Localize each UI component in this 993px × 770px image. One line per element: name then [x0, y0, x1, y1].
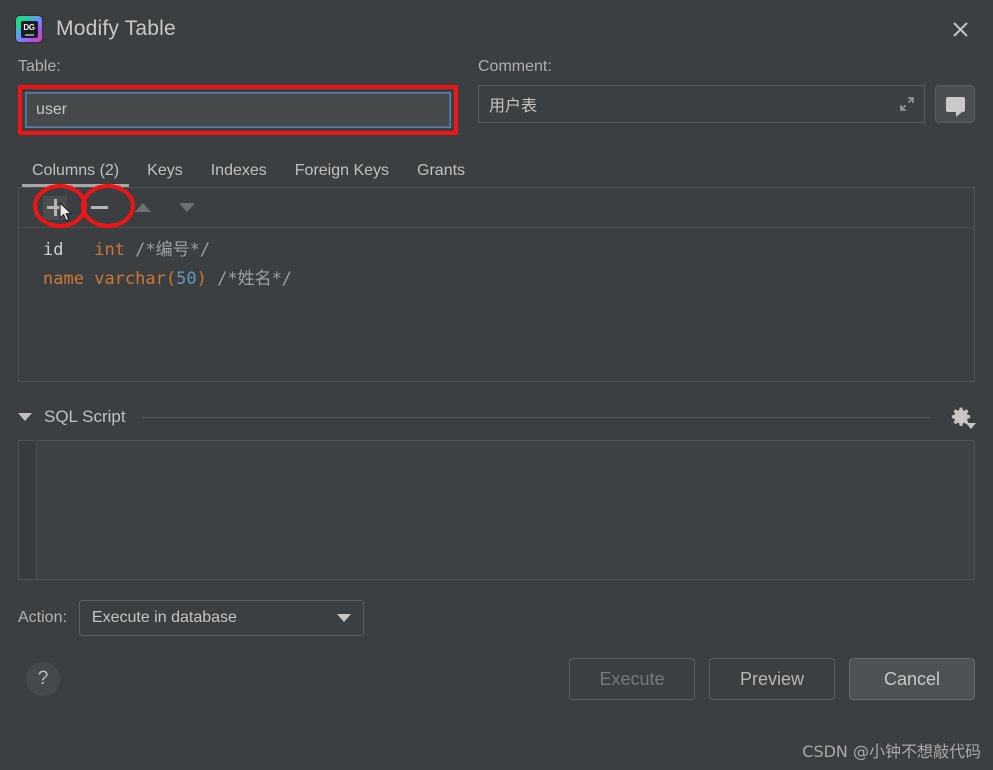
- editor-gutter: [19, 441, 37, 579]
- chevron-down-icon: [966, 423, 976, 429]
- action-selected-value: Execute in database: [91, 609, 237, 626]
- speech-bubble-icon: [945, 96, 965, 117]
- footer: ? Execute Preview Cancel: [18, 658, 975, 700]
- table-field-group: Table:: [18, 58, 458, 135]
- help-button[interactable]: ?: [26, 662, 60, 696]
- tab-indexes[interactable]: Indexes: [197, 162, 281, 187]
- table-name-input[interactable]: [25, 92, 451, 128]
- triangle-down-icon[interactable]: [18, 413, 32, 421]
- column-name: id: [43, 240, 64, 260]
- datagrip-icon: DG: [16, 16, 42, 42]
- table-input-annotation: [18, 85, 458, 135]
- column-type: int: [94, 240, 125, 260]
- column-name: name: [43, 269, 84, 289]
- add-column-button[interactable]: [43, 195, 67, 220]
- minus-icon: [90, 199, 108, 216]
- move-up-button[interactable]: [131, 196, 155, 220]
- sql-script-text[interactable]: [37, 441, 974, 579]
- column-length: 50: [176, 269, 197, 289]
- sql-script-header: SQL Script: [18, 402, 976, 432]
- columns-list[interactable]: id int /*编号*/ name varchar(50) /*姓名*/: [19, 228, 974, 381]
- watermark: CSDN @小钟不想敲代码: [802, 742, 981, 761]
- tab-columns[interactable]: Columns (2): [18, 162, 133, 187]
- columns-panel: id int /*编号*/ name varchar(50) /*姓名*/: [18, 184, 975, 382]
- field-row: Table: Comment: 用户表: [18, 58, 975, 135]
- comment-input[interactable]: 用户表: [478, 85, 925, 123]
- remove-column-button[interactable]: [87, 196, 111, 220]
- action-dropdown[interactable]: Execute in database: [78, 600, 364, 636]
- execute-button[interactable]: Execute: [569, 658, 695, 700]
- action-row: Action: Execute in database: [18, 600, 975, 636]
- tab-foreign-keys[interactable]: Foreign Keys: [281, 162, 403, 187]
- sql-settings-button[interactable]: [947, 403, 976, 431]
- dialog-body: Table: Comment: 用户表: [0, 58, 993, 700]
- comment-field-group: Comment: 用户表: [478, 58, 975, 123]
- triangle-up-icon: [135, 203, 151, 212]
- triangle-down-icon: [179, 203, 195, 212]
- tab-grants[interactable]: Grants: [403, 162, 479, 187]
- expand-diagonal-icon[interactable]: [898, 95, 916, 113]
- tab-keys[interactable]: Keys: [133, 162, 197, 187]
- comment-value: 用户表: [489, 98, 538, 115]
- tab-bar: Columns (2) Keys Indexes Foreign Keys Gr…: [18, 153, 975, 187]
- sql-script-editor[interactable]: [18, 440, 975, 580]
- chevron-down-icon: [336, 614, 351, 622]
- preview-button[interactable]: Preview: [709, 658, 835, 700]
- move-down-button[interactable]: [175, 196, 199, 220]
- close-icon[interactable]: [945, 14, 975, 44]
- columns-toolbar: [19, 184, 974, 228]
- plus-icon: [46, 199, 64, 216]
- comment-button[interactable]: [935, 85, 975, 123]
- comment-label: Comment:: [478, 58, 552, 75]
- cancel-button[interactable]: Cancel: [849, 658, 975, 700]
- column-comment: /*姓名*/: [217, 269, 293, 289]
- column-type: varchar: [94, 269, 166, 289]
- column-comment: /*编号*/: [135, 240, 211, 260]
- title-bar: DG Modify Table: [0, 0, 993, 58]
- sql-script-title: SQL Script: [44, 407, 126, 426]
- column-row-id[interactable]: id int /*编号*/: [43, 236, 974, 265]
- table-label: Table:: [18, 58, 61, 75]
- column-row-name[interactable]: name varchar(50) /*姓名*/: [43, 265, 974, 294]
- divider: [141, 416, 931, 418]
- window-title: Modify Table: [56, 17, 176, 40]
- action-label: Action:: [18, 609, 67, 626]
